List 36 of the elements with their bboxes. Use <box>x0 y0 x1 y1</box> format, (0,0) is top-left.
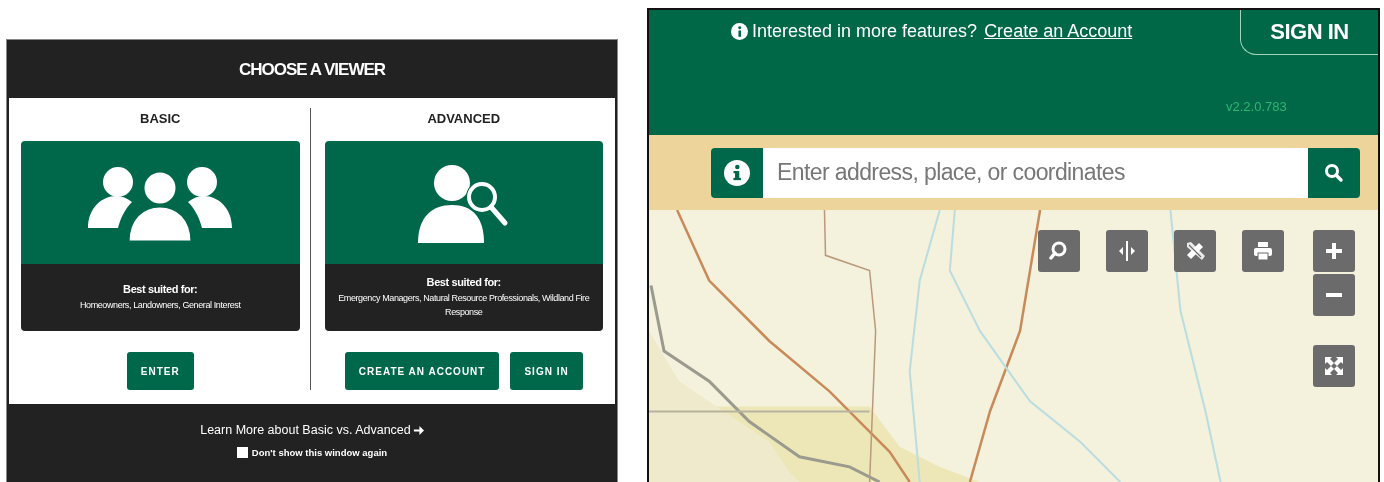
action-button[interactable]: ENTER <box>126 352 194 390</box>
suited-label: Best suited for: <box>123 283 198 295</box>
suited-label: Best suited for: <box>426 276 501 288</box>
column-heading: ADVANCED <box>427 111 501 128</box>
minus-icon <box>1326 293 1342 297</box>
create-account-link[interactable]: Create an Account <box>984 21 1133 42</box>
column-heading: BASIC <box>140 111 181 128</box>
search-icon <box>1324 162 1344 183</box>
checkbox[interactable] <box>236 447 248 458</box>
learn-more-link[interactable]: Learn More about Basic vs. Advanced <box>200 423 424 437</box>
map-tool-button[interactable] <box>1038 230 1080 272</box>
banner-text: Interested in more features? <box>752 21 978 42</box>
action-button[interactable]: SIGN IN <box>510 352 583 390</box>
suited-text: Homeowners, Landowners, General Interest <box>79 299 241 312</box>
info-icon <box>724 159 750 186</box>
dialog-title: CHOOSE A VIEWER <box>9 42 615 98</box>
zoom-in-button[interactable] <box>1313 230 1355 272</box>
sign-in-tab[interactable]: SIGN IN <box>1240 10 1378 55</box>
plus-icon <box>1323 240 1345 262</box>
printer-icon <box>1252 240 1274 262</box>
map-tool-button[interactable] <box>1174 230 1216 272</box>
info-button[interactable] <box>711 147 763 198</box>
map-tool-button[interactable] <box>1106 230 1148 272</box>
search-button[interactable] <box>1308 147 1360 198</box>
checkbox-label: Don't show this window again <box>251 447 388 458</box>
arrow-icon <box>412 424 424 436</box>
expand-arrows-icon <box>1323 355 1345 377</box>
action-button[interactable]: CREATE AN ACCOUNT <box>344 352 500 390</box>
map-tool-button[interactable] <box>1242 230 1284 272</box>
info-icon <box>731 23 748 40</box>
version-text: v2.2.0.783 <box>1226 99 1288 114</box>
pencil-ruler-icon <box>1184 240 1206 262</box>
zoom-out-button[interactable] <box>1313 274 1355 316</box>
full-extent-button[interactable] <box>1313 345 1355 387</box>
suited-text: Emergency Managers, Natural Resource Professionals, Wildland Fire Response <box>337 292 591 319</box>
search-field[interactable]: Enter address, place, or coordinates <box>763 147 1308 198</box>
